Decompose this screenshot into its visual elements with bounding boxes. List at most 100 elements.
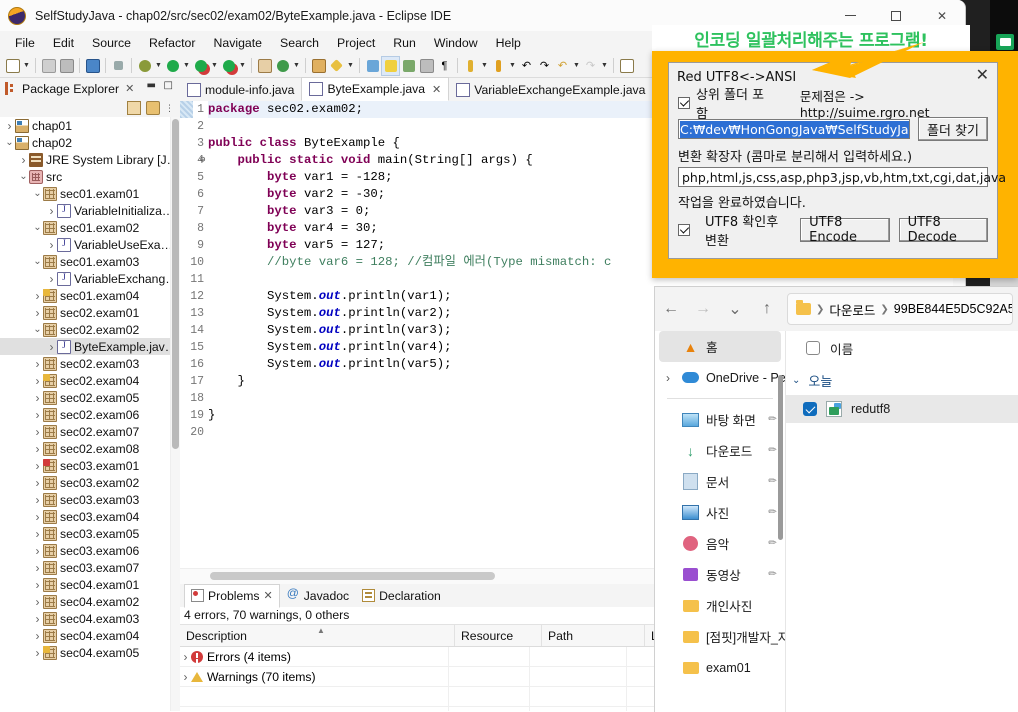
- sidebar-item-music[interactable]: 음악 ✐: [655, 528, 785, 559]
- dialog-close-icon[interactable]: ✕: [976, 67, 989, 85]
- sidebar-scrollbar-track[interactable]: [776, 331, 785, 712]
- chevron-right-icon[interactable]: ›: [180, 650, 191, 664]
- refresh-icon[interactable]: [274, 57, 291, 75]
- run-dropdown-icon[interactable]: ▼: [182, 62, 191, 69]
- tree-item[interactable]: › sec02.exam07: [0, 423, 180, 440]
- chevron-right-icon[interactable]: ›: [46, 204, 57, 218]
- refresh-dropdown-icon[interactable]: ▼: [292, 62, 301, 69]
- tree-item[interactable]: › sec04.exam04: [0, 627, 180, 644]
- browse-folder-button[interactable]: 폴더 찾기: [918, 117, 988, 141]
- chevron-right-icon[interactable]: ›: [32, 391, 43, 405]
- tree-item[interactable]: › sec04.exam03: [0, 610, 180, 627]
- highlight-icon[interactable]: [381, 55, 400, 76]
- chevron-right-icon[interactable]: ›: [32, 646, 43, 660]
- sidebar-item-folder[interactable]: exam01: [655, 652, 785, 683]
- view-maximize-icon[interactable]: □: [164, 80, 173, 91]
- file-group-today[interactable]: ⌄ 오늘: [786, 365, 1018, 395]
- chevron-down-icon[interactable]: ⌄: [32, 222, 43, 233]
- column-resource[interactable]: Resource: [455, 625, 542, 646]
- tree-item[interactable]: › JRE System Library [J…: [0, 151, 180, 168]
- chevron-right-icon[interactable]: ›: [18, 153, 29, 167]
- chevron-right-icon[interactable]: ›: [32, 459, 43, 473]
- chevron-down-icon[interactable]: ⌄: [32, 256, 43, 267]
- column-description[interactable]: ▲ Description: [180, 625, 455, 646]
- tab-declaration[interactable]: Declaration: [356, 585, 447, 607]
- tree-item[interactable]: › sec02.exam03: [0, 355, 180, 372]
- sidebar-item-documents[interactable]: 문서 ✐: [655, 466, 785, 497]
- file-list[interactable]: 이름 ⌄ 오늘 redutf8: [785, 331, 1018, 712]
- package-explorer-tab[interactable]: Package Explorer ✕ ▬ □: [0, 78, 180, 99]
- redo-dropdown-icon[interactable]: ▼: [600, 62, 609, 69]
- package-explorer-scrollbar-track[interactable]: [170, 117, 180, 711]
- debug-icon[interactable]: [136, 57, 153, 75]
- menu-item-source[interactable]: Source: [83, 34, 140, 52]
- chevron-right-icon[interactable]: ›: [32, 289, 43, 303]
- tree-item[interactable]: › sec03.exam03: [0, 491, 180, 508]
- forward-icon[interactable]: →: [687, 294, 719, 324]
- forward-icon[interactable]: ↷: [536, 57, 553, 75]
- new-package-icon[interactable]: [256, 57, 273, 75]
- link-icon[interactable]: [110, 57, 127, 75]
- menu-item-help[interactable]: Help: [487, 34, 530, 52]
- link-with-editor-icon[interactable]: [146, 101, 160, 115]
- debug-dropdown-icon[interactable]: ▼: [154, 62, 163, 69]
- annotation-icon[interactable]: [364, 57, 381, 75]
- utf8-encode-button[interactable]: UTF8 Encode: [800, 215, 890, 245]
- code-fold-icon[interactable]: ⊖: [200, 152, 205, 169]
- marker-icon[interactable]: [418, 57, 435, 75]
- coverage-dropdown-icon[interactable]: ▼: [210, 62, 219, 69]
- tree-item[interactable]: › sec03.exam04: [0, 508, 180, 525]
- view-menu-icon[interactable]: ⋮: [165, 103, 174, 114]
- search-dropdown-icon[interactable]: ▼: [346, 62, 355, 69]
- tree-item[interactable]: ⌄ sec01.exam01: [0, 185, 180, 202]
- tree-item[interactable]: › sec04.exam01: [0, 576, 180, 593]
- sidebar-scrollbar-thumb[interactable]: [778, 375, 783, 540]
- include-parent-checkbox[interactable]: [678, 97, 690, 109]
- chevron-right-icon[interactable]: ›: [32, 476, 43, 490]
- menu-item-navigate[interactable]: Navigate: [204, 34, 271, 52]
- tree-item[interactable]: › VariableExchang…: [0, 270, 180, 287]
- chevron-right-icon[interactable]: ›: [32, 425, 43, 439]
- view-minimize-icon[interactable]: ▬: [147, 80, 156, 91]
- console-icon[interactable]: [84, 57, 101, 75]
- breadcrumb-item-folder[interactable]: 99BE844E5D5C92A5: [894, 302, 1012, 316]
- path-input[interactable]: C:₩dev₩HonGongJava₩SelfStudyJava: [678, 119, 911, 139]
- menu-item-edit[interactable]: Edit: [44, 34, 83, 52]
- sidebar-item-home[interactable]: ▲ 홈: [659, 331, 781, 362]
- chevron-right-icon[interactable]: ›: [32, 578, 43, 592]
- chevron-right-icon[interactable]: ›: [46, 238, 57, 252]
- package-explorer-tree[interactable]: › chap01 ⌄ chap02 › JRE System Library [J… ⌄ sr…: [0, 117, 180, 711]
- tree-item[interactable]: › sec03.exam07: [0, 559, 180, 576]
- sidebar-item-pictures[interactable]: 사진 ✐: [655, 497, 785, 528]
- menu-item-refactor[interactable]: Refactor: [140, 34, 204, 52]
- chevron-right-icon[interactable]: ›: [32, 544, 43, 558]
- chevron-right-icon[interactable]: ›: [32, 408, 43, 422]
- back-icon[interactable]: ↶: [518, 57, 535, 75]
- profile-dropdown-icon[interactable]: ▼: [238, 62, 247, 69]
- chevron-right-icon[interactable]: ›: [46, 272, 57, 286]
- tree-item[interactable]: › sec02.exam08: [0, 440, 180, 457]
- menu-item-window[interactable]: Window: [425, 34, 487, 52]
- editor-tab-variableexchangeexample[interactable]: VariableExchangeExample.java: [449, 79, 652, 101]
- extension-input[interactable]: php,html,js,css,asp,php3,jsp,vb,htm,txt,…: [678, 167, 1006, 187]
- tree-item[interactable]: ⌄ sec01.exam03: [0, 253, 180, 270]
- up-icon[interactable]: ↑: [751, 294, 783, 324]
- chevron-right-icon[interactable]: ›: [180, 670, 191, 684]
- last-edit-icon[interactable]: [462, 57, 479, 75]
- coverage-icon[interactable]: [192, 57, 209, 75]
- tree-item[interactable]: › VariableInitializa…: [0, 202, 180, 219]
- tree-item[interactable]: › sec02.exam05: [0, 389, 180, 406]
- chevron-right-icon[interactable]: ›: [32, 612, 43, 626]
- save-icon[interactable]: [40, 57, 57, 75]
- menu-item-run[interactable]: Run: [384, 34, 425, 52]
- sidebar-item-folder[interactable]: [점핏]개발자_자: [655, 621, 785, 652]
- tree-item[interactable]: ⌄ sec01.exam02: [0, 219, 180, 236]
- chevron-right-icon[interactable]: ›: [661, 371, 675, 385]
- package-explorer-scrollbar-thumb[interactable]: [172, 119, 179, 449]
- new-dropdown-icon[interactable]: ▼: [22, 62, 31, 69]
- tree-item[interactable]: › sec03.exam05: [0, 525, 180, 542]
- utf8-decode-button[interactable]: UTF8 Decode: [898, 215, 988, 245]
- confirm-convert-checkbox[interactable]: [678, 224, 690, 236]
- editor-tab-module-info[interactable]: module-info.java: [180, 79, 301, 101]
- new-icon[interactable]: [4, 57, 21, 75]
